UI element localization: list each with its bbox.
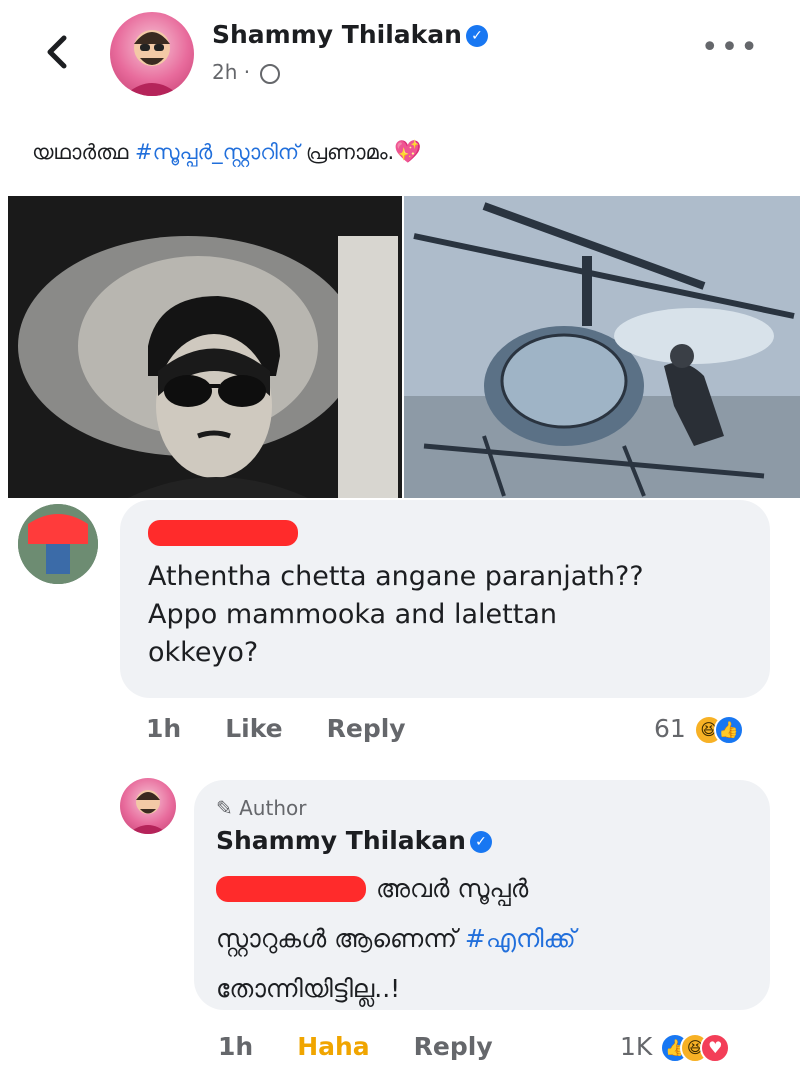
reply-button[interactable]: Reply xyxy=(414,1032,493,1061)
like-button[interactable]: Like xyxy=(225,714,282,743)
post-caption: യഥാർത്ഥ #സൂപ്പർ_സ്റ്റാറിന് പ്രണാമം.💖 xyxy=(32,140,422,165)
reply-author-name-text[interactable]: Shammy Thilakan xyxy=(216,826,466,855)
reply-actions: 1h Haha Reply xyxy=(218,1032,537,1061)
author-name[interactable]: Shammy Thilakan ✓ xyxy=(212,20,488,49)
commenter-name-redacted[interactable] xyxy=(148,520,308,550)
post-time[interactable]: 2h xyxy=(212,60,237,84)
reaction-count: 1K xyxy=(620,1032,653,1061)
author-badge: ✎ Author xyxy=(216,796,306,820)
author-avatar[interactable] xyxy=(110,12,194,96)
author-badge-label: Author xyxy=(239,796,307,820)
post-photos[interactable] xyxy=(8,196,800,498)
love-reaction-icon: ♥ xyxy=(700,1033,731,1063)
comment-actions: 1h Like Reply xyxy=(146,714,450,743)
photo-helicopter[interactable] xyxy=(404,196,800,498)
verified-icon: ✓ xyxy=(469,831,492,853)
post-header: Shammy Thilakan ✓ 2h · ••• xyxy=(0,0,800,110)
more-options-icon[interactable]: ••• xyxy=(701,30,760,65)
comment-bubble: Athentha chetta angane paranjath?? Appo … xyxy=(120,500,770,698)
author-name-text[interactable]: Shammy Thilakan xyxy=(212,20,462,49)
comment-text: Athentha chetta angane paranjath?? Appo … xyxy=(148,558,644,672)
post-meta: 2h · xyxy=(212,60,281,84)
reply-text: അവർ സൂപ്പർ സ്റ്റാറുകൾ ആണെന്ന് #എനിക്ക് ത… xyxy=(216,864,756,1014)
verified-icon: ✓ xyxy=(465,25,488,47)
comment-time[interactable]: 1h xyxy=(146,714,181,743)
reply-text-segment: അവർ സൂപ്പർ xyxy=(368,874,529,903)
reaction-summary[interactable]: 61 😆 👍 xyxy=(654,714,744,745)
comment-text-line: Athentha chetta angane paranjath?? xyxy=(148,561,644,592)
reply-author-name[interactable]: Shammy Thilakan ✓ xyxy=(216,826,492,855)
haha-button[interactable]: Haha xyxy=(297,1032,369,1061)
reply-text-line: തോന്നിയിട്ടില്ല..! xyxy=(216,974,401,1003)
reply-bubble: ✎ Author Shammy Thilakan ✓ അവർ സൂപ്പർ സ്റ… xyxy=(194,780,770,1010)
reply-text-segment: സ്റ്റാറുകൾ ആണെന്ന് xyxy=(216,924,465,953)
comment-text-line: Appo mammooka and lalettan xyxy=(148,599,557,630)
reply-text-line: സ്റ്റാറുകൾ ആണെന്ന് #എനിക്ക് xyxy=(216,914,756,964)
caption-hashtag[interactable]: #സൂപ്പർ_സ്റ്റാറിന് xyxy=(135,140,299,164)
reply-time[interactable]: 1h xyxy=(218,1032,253,1061)
reply-reaction-summary[interactable]: 1K 👍 😆 ♥ xyxy=(620,1032,731,1063)
caption-suffix: പ്രണാമം. xyxy=(299,140,395,164)
globe-icon xyxy=(260,63,281,84)
comment-text-line: okkeyo? xyxy=(148,637,259,668)
back-icon[interactable] xyxy=(40,32,76,72)
redaction-mark xyxy=(148,520,298,546)
reply-text-line: അവർ സൂപ്പർ xyxy=(216,864,756,914)
reply-author-avatar[interactable] xyxy=(120,778,176,834)
reaction-count: 61 xyxy=(654,714,686,743)
reply-button[interactable]: Reply xyxy=(327,714,406,743)
caption-prefix: യഥാർത്ഥ xyxy=(32,140,135,164)
photo-man-sunglasses[interactable] xyxy=(8,196,402,498)
pencil-icon: ✎ xyxy=(216,796,233,820)
reply-hashtag[interactable]: #എനിക്ക് xyxy=(465,924,576,953)
sparkling-heart-icon: 💖 xyxy=(394,140,422,165)
meta-separator: · xyxy=(243,60,251,84)
like-reaction-icon: 👍 xyxy=(713,715,744,745)
commenter-avatar[interactable] xyxy=(18,504,98,584)
